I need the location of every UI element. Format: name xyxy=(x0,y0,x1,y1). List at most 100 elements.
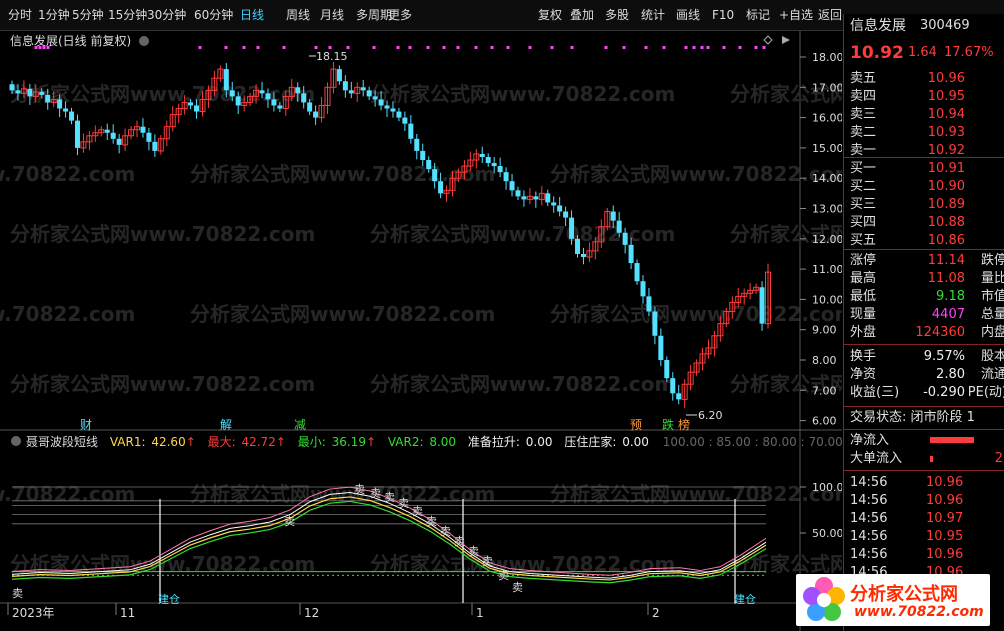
signal-dot xyxy=(396,46,400,49)
candle-body xyxy=(580,253,586,257)
sell-signal: 卖 xyxy=(512,581,523,594)
event-marker[interactable]: 减 xyxy=(294,418,306,432)
quote-panel: 信息发展 300469 10.92 1.64 17.67% 卖五 10.96 卖四 1… xyxy=(843,14,1004,631)
tab-period-6[interactable]: 日线 xyxy=(240,0,264,30)
tab-period-5[interactable]: 60分钟 xyxy=(194,0,233,30)
date-label: 11 xyxy=(120,606,135,620)
stat-row: 涨停 11.14 跌停 xyxy=(850,253,1004,268)
candle-body xyxy=(348,90,354,94)
big-inflow-label: 大单流入 xyxy=(850,451,903,466)
indicator-tick: 50.00 xyxy=(812,527,842,540)
candle-body xyxy=(116,138,122,145)
signal-dot xyxy=(42,46,46,49)
candle-body xyxy=(646,296,652,312)
candle-body xyxy=(658,335,664,360)
sell-signal: 卖 xyxy=(482,555,493,568)
price-tick: 12.00 xyxy=(812,233,842,246)
chart-menu-icon[interactable] xyxy=(139,36,149,46)
price-tick: 11.00 xyxy=(812,263,842,276)
var2-label: VAR2: xyxy=(388,435,424,449)
watermark-text: 分析家公式网www.70822.com xyxy=(550,162,842,186)
signal-dot xyxy=(700,46,704,49)
signal-dot xyxy=(706,46,710,49)
candle-body xyxy=(390,108,396,112)
sell-signal: 卖 xyxy=(498,569,509,582)
tool-button-1[interactable]: 叠加 xyxy=(570,0,594,30)
logo-text: 分析家公式网 xyxy=(850,584,958,605)
event-marker[interactable]: 解 xyxy=(220,418,232,432)
tool-button-5[interactable]: F10 xyxy=(712,0,734,30)
candle-body xyxy=(265,93,271,100)
tab-period-8[interactable]: 月线 xyxy=(320,0,344,30)
signal-dot xyxy=(490,46,494,49)
price-tick: 14.00 xyxy=(812,172,842,185)
big-inflow-row: 大单流入 2 xyxy=(844,450,1004,468)
signal-dot xyxy=(622,46,626,49)
max-label: 最大: xyxy=(208,435,236,449)
event-marker[interactable]: 预 xyxy=(630,418,642,432)
tab-period-9[interactable]: 多周期 xyxy=(356,0,392,30)
event-marker[interactable]: 跌 xyxy=(662,417,674,432)
sell-signal: 卖 xyxy=(454,535,465,548)
tick-row: 14:56 10.96 xyxy=(850,547,964,562)
signal-dot xyxy=(46,46,50,49)
play-icon[interactable] xyxy=(782,36,790,44)
date-label: 2023年 xyxy=(12,606,55,620)
event-marker[interactable]: 榜 xyxy=(678,417,690,432)
tab-period-10[interactable]: 更多 xyxy=(388,0,412,30)
price-tick: 9.00 xyxy=(812,324,837,337)
signal-dot xyxy=(372,46,376,49)
candle-body xyxy=(104,129,110,133)
tool-button-6[interactable]: 标记 xyxy=(746,0,770,30)
candle-body xyxy=(438,181,444,194)
logo-url: www.70822.com xyxy=(854,604,984,620)
indicator-menu-icon[interactable] xyxy=(11,436,21,446)
tick-row: 14:56 10.95 xyxy=(850,529,964,544)
candle-body xyxy=(509,181,515,191)
kline-chart-area[interactable]: 信息发展(日线 前复权) 分析家公式网www.70822.com 分析家公式网ww… xyxy=(0,31,842,631)
stock-header: 信息发展 300469 xyxy=(844,17,1004,35)
signal-dot xyxy=(604,46,608,49)
candle-body xyxy=(360,87,366,91)
candle-body xyxy=(45,94,51,103)
candle-body xyxy=(9,84,15,91)
tool-button-2[interactable]: 多股 xyxy=(605,0,629,30)
candle-body xyxy=(27,88,33,97)
signal-dot xyxy=(224,46,228,49)
tool-button-0[interactable]: 复权 xyxy=(538,0,562,30)
signal-dot xyxy=(684,46,688,49)
sell-signal: 卖 xyxy=(354,483,365,496)
price-tick: 7.00 xyxy=(812,384,837,397)
tab-period-7[interactable]: 周线 xyxy=(286,0,310,30)
watermark-text: 分析家公式网www.70822.com xyxy=(190,302,495,326)
tool-button-4[interactable]: 画线 xyxy=(676,0,700,30)
watermark-text: 分析家公式网www.70822.com xyxy=(10,552,315,576)
tool-button-7[interactable]: +自选 xyxy=(779,0,813,30)
diamond-icon[interactable] xyxy=(763,35,773,45)
candle-body xyxy=(652,311,658,336)
tab-period-0[interactable]: 分时 xyxy=(8,0,32,30)
tool-button-3[interactable]: 统计 xyxy=(641,0,665,30)
watermark-text: 分析家公式网www.70822.com xyxy=(10,222,315,246)
stock-name: 信息发展 xyxy=(850,18,906,34)
candle-body xyxy=(616,220,622,233)
flower-logo-icon xyxy=(803,577,845,621)
sell-signal: 卖 xyxy=(440,525,451,538)
signal-dot xyxy=(426,46,430,49)
levels-text: 100.00 : 85.00 : 80.00 : 70.00 : 60.00 xyxy=(663,435,842,449)
tab-period-1[interactable]: 1分钟 xyxy=(38,0,70,30)
candle-body xyxy=(277,105,283,109)
watermark-text: 分析家公式网www.70822.com xyxy=(550,482,842,506)
ask-row: 卖二 10.93 xyxy=(850,125,965,140)
trade-status: 交易状态: 闭市阶段 1 xyxy=(850,410,975,425)
indicator-tick: 100.0 xyxy=(812,481,842,494)
tab-period-4[interactable]: 30分钟 xyxy=(147,0,186,30)
candle-body xyxy=(372,96,378,100)
tab-period-3[interactable]: 15分钟 xyxy=(108,0,147,30)
tool-button-8[interactable]: 返回 xyxy=(818,0,842,30)
event-marker[interactable]: 财 xyxy=(80,418,92,432)
sell-signal: 卖 xyxy=(398,497,409,510)
tab-period-2[interactable]: 5分钟 xyxy=(72,0,104,30)
price-change-pct: 17.67% xyxy=(944,45,994,60)
candle-body xyxy=(420,150,426,161)
